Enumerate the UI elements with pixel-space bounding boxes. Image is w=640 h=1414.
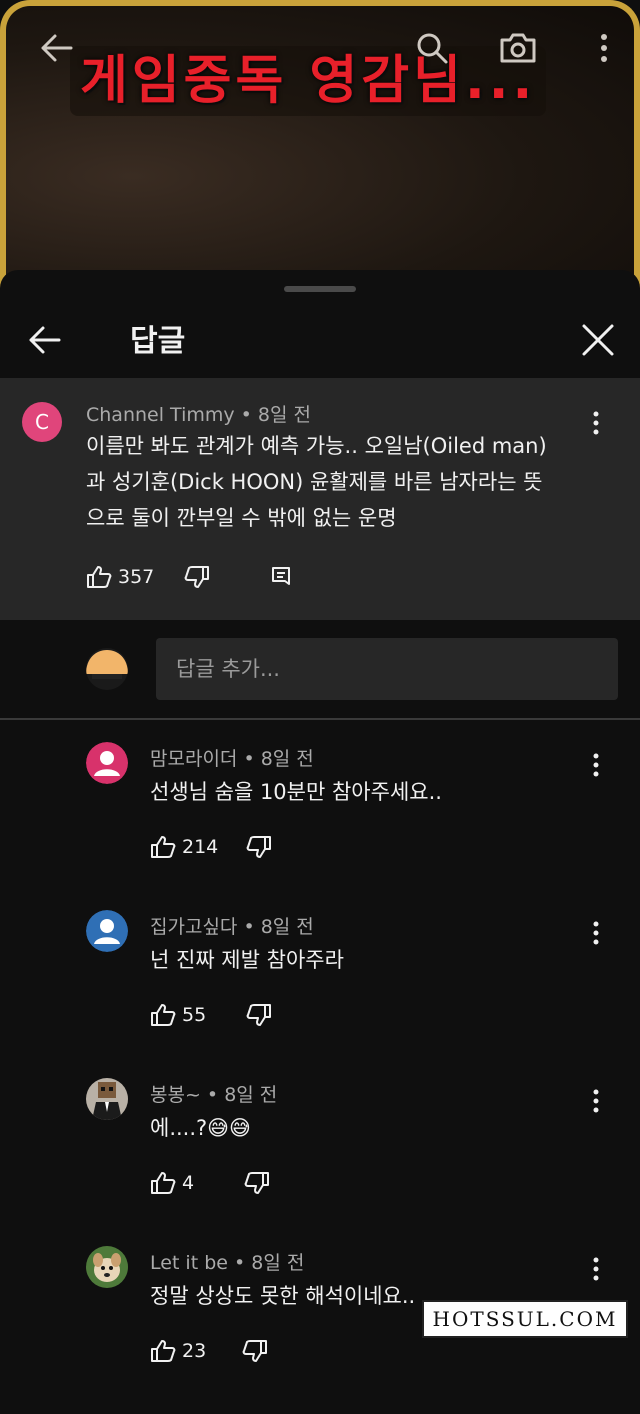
comment-actions: 55 <box>150 1000 272 1030</box>
comment-time: 8일 전 <box>260 916 314 938</box>
comment-time: 8일 전 <box>224 1084 278 1106</box>
comment-author[interactable]: 집가고싶다 <box>150 916 237 938</box>
close-icon[interactable] <box>576 318 620 362</box>
like-button[interactable]: 357 <box>86 565 154 589</box>
avatar[interactable] <box>86 1078 128 1120</box>
thumbs-down-icon <box>184 566 210 588</box>
meta-separator: • <box>237 748 261 770</box>
thumbs-up-icon <box>151 1172 176 1194</box>
list-item: 집가고싶다 • 8일 전 넌 진짜 제발 참아주라 55 <box>0 910 640 1078</box>
dislike-button[interactable] <box>242 1339 268 1363</box>
comment-author[interactable]: 맘모라이더 <box>150 748 237 770</box>
reply-input[interactable] <box>156 638 618 700</box>
comment-text: 에....?😅😅 <box>150 1116 251 1140</box>
comment-text: 넌 진짜 제발 참아주라 <box>150 948 344 972</box>
comment-line: 으로 둘이 깐부일 수 밖에 없는 운명 <box>86 506 397 530</box>
back-arrow-icon[interactable] <box>22 318 66 362</box>
watermark: HOTSSUL.COM <box>422 1300 628 1338</box>
dislike-button[interactable] <box>184 565 210 589</box>
thumbs-down-icon <box>246 836 272 858</box>
reply-button[interactable] <box>270 565 292 589</box>
drag-handle[interactable] <box>284 286 356 292</box>
more-options-icon[interactable] <box>584 750 608 780</box>
like-button[interactable]: 4 <box>150 1171 194 1195</box>
comment-line: 이름만 봐도 관계가 예측 가능.. 오일남(Oiled man) <box>86 434 547 458</box>
video-toolbar <box>6 26 640 76</box>
thumbs-up-icon <box>151 1340 176 1362</box>
meta-separator: • <box>200 1084 225 1106</box>
search-icon[interactable] <box>410 26 454 70</box>
comment-actions: 23 <box>150 1336 268 1366</box>
thumbs-down-icon <box>244 1172 270 1194</box>
more-options-icon[interactable] <box>584 918 608 948</box>
comment-time: 8일 전 <box>260 748 314 770</box>
comment-actions: 214 <box>150 832 272 862</box>
like-count: 357 <box>118 566 155 588</box>
like-button[interactable]: 55 <box>150 1003 206 1027</box>
avatar[interactable]: C <box>22 402 62 442</box>
parent-comment: C Channel Timmy • 8일 전 이름만 봐도 관계가 예측 가능.… <box>0 378 640 620</box>
comment-meta: 집가고싶다 • 8일 전 <box>150 912 314 939</box>
more-options-icon[interactable] <box>582 26 626 70</box>
sheet-title: 답글 <box>130 324 186 359</box>
like-count: 214 <box>182 836 219 858</box>
back-arrow-icon[interactable] <box>34 26 78 70</box>
comment-meta: Let it be • 8일 전 <box>150 1248 304 1275</box>
comment-text: 이름만 봐도 관계가 예측 가능.. 오일남(Oiled man) 과 성기훈(… <box>86 428 547 536</box>
dislike-button[interactable] <box>246 1003 272 1027</box>
comment-author[interactable]: Let it be <box>150 1252 228 1274</box>
like-count: 4 <box>182 1172 195 1194</box>
comment-author[interactable]: 봉봉~ <box>150 1084 201 1106</box>
more-options-icon[interactable] <box>584 1254 608 1284</box>
like-button[interactable]: 214 <box>150 835 218 859</box>
thumbs-down-icon <box>242 1340 268 1362</box>
divider <box>0 718 640 720</box>
like-button[interactable]: 23 <box>150 1339 206 1363</box>
avatar[interactable] <box>86 910 128 952</box>
list-item: 맘모라이더 • 8일 전 선생님 숨을 10분만 참아주세요.. 214 <box>0 742 640 910</box>
video-player[interactable]: 게임중독 영감님... <box>0 0 640 290</box>
list-item: 봉봉~ • 8일 전 에....?😅😅 4 <box>0 1078 640 1246</box>
comment-meta: 봉봉~ • 8일 전 <box>150 1080 277 1107</box>
like-count: 55 <box>182 1004 207 1026</box>
sheet-header: 답글 <box>0 300 640 380</box>
meta-separator: • <box>237 916 261 938</box>
comment-author[interactable]: Channel Timmy <box>86 404 235 426</box>
more-options-icon[interactable] <box>584 1086 608 1116</box>
avatar[interactable] <box>86 648 128 690</box>
comment-icon <box>272 567 291 585</box>
replies-sheet: 답글 C Channel Timmy • 8일 전 이름만 봐도 관계가 예측 … <box>0 270 640 1362</box>
comment-text: 정말 상상도 못한 해석이네요.. <box>150 1284 416 1308</box>
comment-actions: 4 <box>150 1168 270 1198</box>
add-reply-row <box>0 620 640 720</box>
meta-separator: • <box>227 1252 252 1274</box>
meta-separator: • <box>240 404 258 426</box>
thumbs-up-icon <box>87 566 112 588</box>
thumbs-down-icon <box>246 1004 272 1026</box>
comment-time: 8일 전 <box>257 404 311 426</box>
camera-icon[interactable] <box>496 26 540 70</box>
dislike-button[interactable] <box>244 1171 270 1195</box>
dislike-button[interactable] <box>246 835 272 859</box>
comment-line: 과 성기훈(Dick HOON) 윤활제를 바른 남자라는 뜻 <box>86 470 543 494</box>
comment-time: 8일 전 <box>251 1252 305 1274</box>
comment-meta: 맘모라이더 • 8일 전 <box>150 744 314 771</box>
avatar[interactable] <box>86 742 128 784</box>
comment-text: 선생님 숨을 10분만 참아주세요.. <box>150 780 442 804</box>
thumbs-up-icon <box>151 836 176 858</box>
like-count: 23 <box>182 1340 207 1362</box>
avatar[interactable] <box>86 1246 128 1288</box>
thumbs-up-icon <box>151 1004 176 1026</box>
comment-meta: Channel Timmy • 8일 전 <box>86 400 311 427</box>
comment-actions: 357 <box>86 562 292 592</box>
more-options-icon[interactable] <box>584 408 608 438</box>
